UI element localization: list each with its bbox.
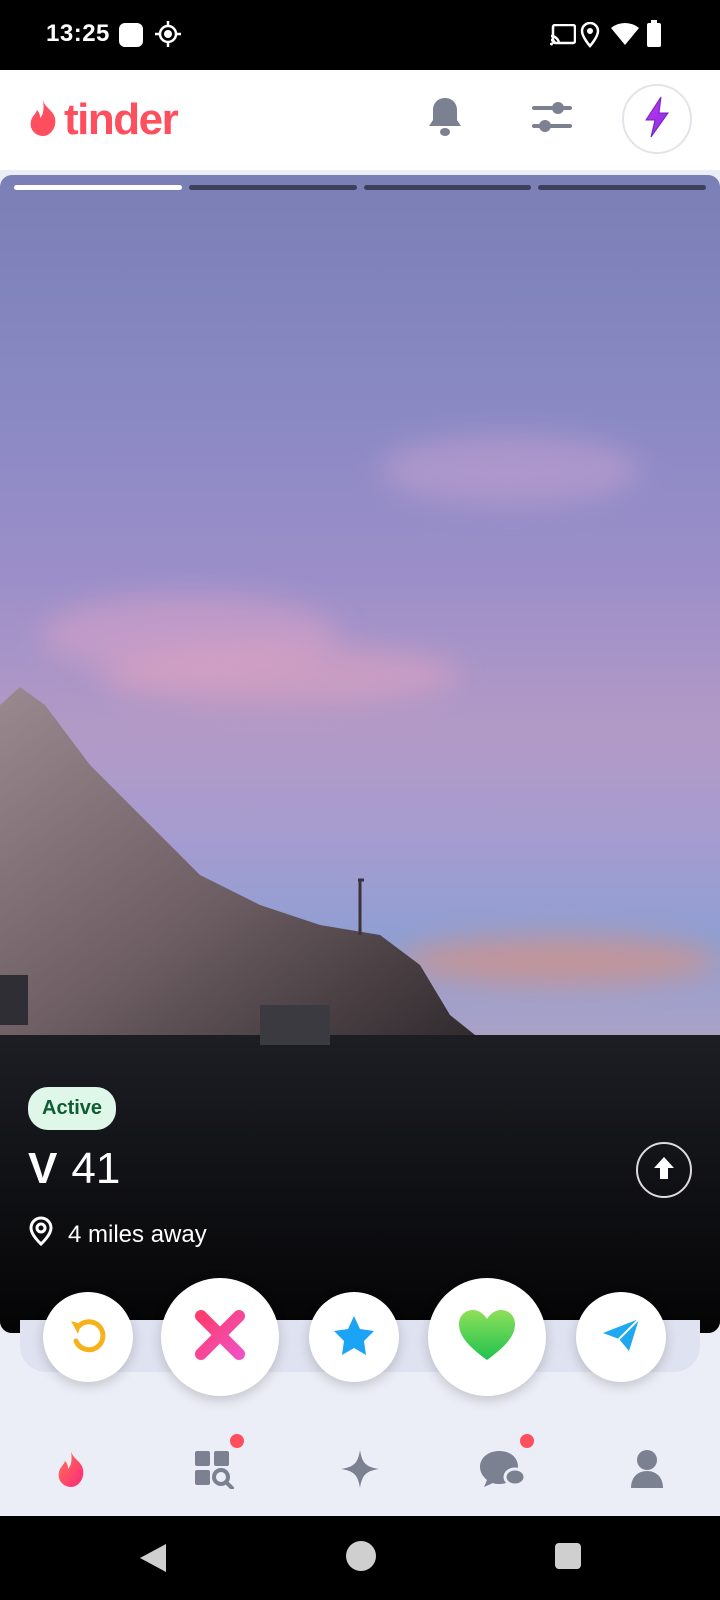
- battery-icon: [646, 20, 662, 53]
- like-button[interactable]: [428, 1278, 546, 1396]
- bell-icon: [427, 96, 463, 143]
- star-icon: [332, 1314, 376, 1361]
- location-icon: [580, 21, 600, 53]
- heart-icon: [457, 1308, 517, 1367]
- name-age-row: V 41: [28, 1144, 692, 1194]
- expand-profile-button[interactable]: [636, 1142, 692, 1198]
- flame-logo-icon: [26, 98, 60, 143]
- photo-indicator[interactable]: [538, 185, 706, 190]
- user-icon: [630, 1449, 664, 1494]
- photo-indicator[interactable]: [363, 185, 532, 190]
- super-like-button[interactable]: [309, 1292, 399, 1382]
- sparkle-icon: [340, 1449, 380, 1494]
- app-header: tinder: [0, 70, 720, 170]
- tab-bar: [0, 1410, 720, 1516]
- profile-name: V: [28, 1144, 58, 1193]
- boost-button[interactable]: [622, 84, 692, 154]
- filter-sliders-icon: [530, 98, 574, 141]
- back-icon[interactable]: [138, 1542, 168, 1579]
- arrow-up-icon: [652, 1155, 676, 1186]
- profile-age: 41: [71, 1144, 121, 1193]
- screen: 13:25 tinder Active V 41 4 miles away: [0, 0, 720, 1600]
- active-badge: Active: [28, 1087, 117, 1130]
- x-icon: [193, 1308, 247, 1367]
- gps-icon: [154, 20, 182, 53]
- recents-icon[interactable]: [554, 1542, 582, 1575]
- media-icon: [118, 22, 144, 53]
- brand-name: tinder: [64, 95, 179, 144]
- notification-dot: [230, 1434, 244, 1448]
- rewind-button[interactable]: [43, 1292, 133, 1382]
- nope-button[interactable]: [161, 1278, 279, 1396]
- distance-text: 4 miles away: [68, 1220, 207, 1248]
- photo-progress: [14, 185, 706, 190]
- tab-matches[interactable]: [478, 1434, 534, 1496]
- notification-dot: [520, 1434, 534, 1448]
- location-pin-icon: [28, 1216, 54, 1253]
- photo-indicator[interactable]: [188, 185, 357, 190]
- photo-indicator[interactable]: [14, 185, 182, 190]
- paper-plane-icon: [601, 1317, 641, 1358]
- tab-explore[interactable]: [190, 1434, 244, 1496]
- rewind-icon: [68, 1315, 108, 1360]
- status-time: 13:25: [46, 20, 110, 47]
- send-button[interactable]: [576, 1292, 666, 1382]
- tab-gold[interactable]: [335, 1446, 385, 1496]
- filters-button[interactable]: [520, 84, 584, 154]
- system-nav-bar: [0, 1516, 720, 1600]
- tinder-logo[interactable]: tinder: [26, 94, 179, 146]
- flame-icon: [54, 1449, 88, 1494]
- cast-icon: [550, 23, 577, 51]
- chat-icon: [479, 1449, 527, 1494]
- profile-card[interactable]: Active V 41 4 miles away: [0, 175, 720, 1333]
- notifications-button[interactable]: [418, 84, 472, 154]
- card-info: Active V 41 4 miles away: [28, 1087, 692, 1253]
- tab-profile[interactable]: [622, 1446, 672, 1496]
- distance-row: 4 miles away: [28, 1216, 692, 1253]
- status-bar: 13:25: [0, 0, 720, 70]
- tab-discover[interactable]: [46, 1446, 96, 1496]
- grid-search-icon: [194, 1449, 236, 1494]
- wifi-icon: [610, 22, 640, 51]
- boost-lightning-icon: [643, 96, 671, 143]
- home-icon[interactable]: [345, 1540, 377, 1577]
